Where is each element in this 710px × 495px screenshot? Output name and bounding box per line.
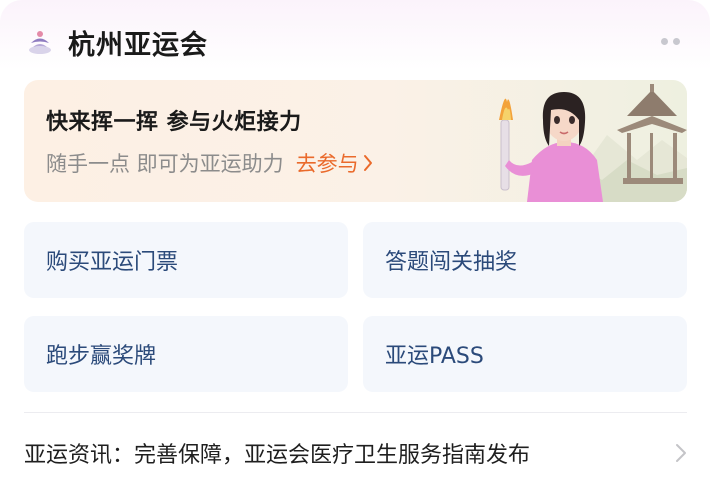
asian-games-card: 杭州亚运会 快来挥一挥 参与火炬接力 随手一点 即可为亚运助力 去参与 购买亚运…: [0, 0, 710, 495]
buy-tickets-button[interactable]: 购买亚运门票: [24, 222, 348, 298]
page-title: 杭州亚运会: [68, 29, 208, 61]
chevron-right-icon: [676, 444, 686, 462]
asian-games-pass-button[interactable]: 亚运PASS: [363, 316, 687, 392]
torch-relay-banner[interactable]: 快来挥一挥 参与火炬接力 随手一点 即可为亚运助力 去参与: [24, 80, 687, 202]
news-item[interactable]: 亚运资讯：完善保障，亚运会医疗卫生服务指南发布: [24, 436, 687, 470]
participate-label: 去参与: [295, 152, 359, 176]
banner-subtitle: 随手一点 即可为亚运助力: [46, 152, 284, 176]
news-text: 亚运资讯：完善保障，亚运会医疗卫生服务指南发布: [24, 443, 531, 468]
asian-games-logo-icon: [29, 31, 51, 54]
banner-title: 快来挥一挥 参与火炬接力: [46, 110, 302, 135]
card-header: 杭州亚运会: [24, 22, 686, 62]
participate-link[interactable]: 去参与: [296, 148, 373, 178]
chevron-right-icon: [363, 155, 372, 171]
torchbearer-illustration: [499, 84, 687, 202]
banner-subtitle-row: 随手一点 即可为亚运助力 去参与: [46, 148, 373, 178]
divider: [24, 412, 687, 413]
more-dots-icon[interactable]: [661, 38, 680, 45]
quiz-lottery-button[interactable]: 答题闯关抽奖: [363, 222, 687, 298]
run-win-medal-button[interactable]: 跑步赢奖牌: [24, 316, 348, 392]
